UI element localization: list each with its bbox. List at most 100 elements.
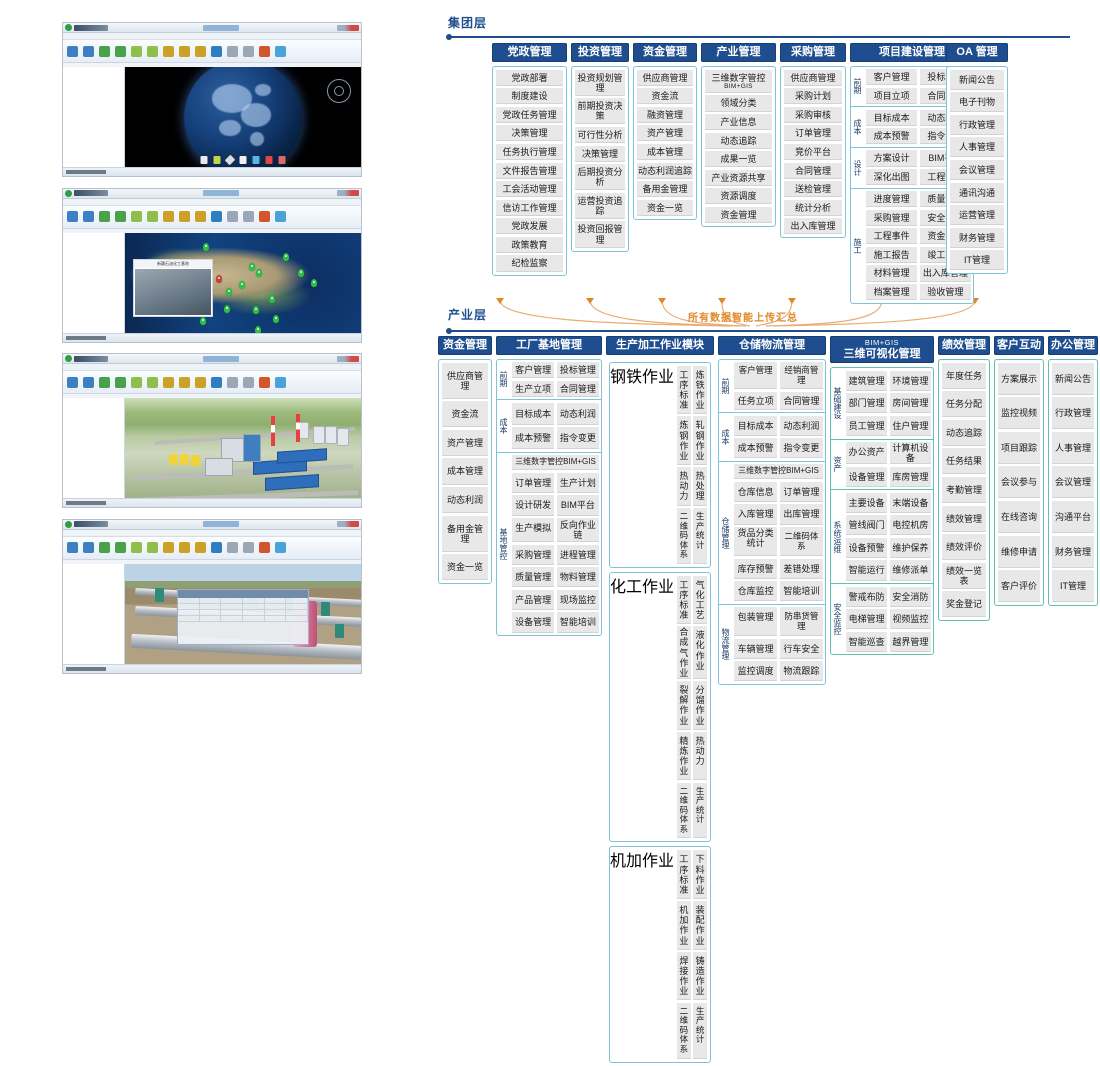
menu-item[interactable]: 行政管理	[1052, 397, 1094, 430]
menu-item[interactable]: 轧钢作业	[693, 416, 707, 465]
menu-item[interactable]: 任务立项	[734, 391, 778, 410]
compass-navigation-icon[interactable]	[327, 79, 351, 103]
map-pin[interactable]	[283, 252, 289, 261]
group-bangong-guanli[interactable]: 办公管理 新闻公告 行政管理 人事管理 会议管理 沟通平台 财务管理 IT管理	[1048, 336, 1098, 607]
menu-item[interactable]: 动态追踪	[705, 132, 772, 149]
menu-item[interactable]: 维修申请	[998, 535, 1040, 568]
menu-item[interactable]: 成本预警	[866, 128, 918, 145]
menu-item[interactable]: 反向作业链	[556, 518, 599, 543]
map-pin[interactable]	[256, 268, 262, 277]
plant-tank[interactable]	[337, 428, 349, 447]
group-dangzheng-guanli[interactable]: 党政管理 党政部署 制度建设 党政任务管理 决策管理 任务执行管理 文件报告管理…	[492, 43, 567, 276]
menu-item[interactable]: 动态利润	[442, 487, 488, 514]
viewport-tool-icons[interactable]	[200, 154, 286, 166]
map-pin-selected[interactable]	[216, 274, 222, 283]
menu-item[interactable]: 前期投资决策	[575, 98, 625, 125]
menu-bar[interactable]	[63, 529, 361, 537]
group-gongchang-jidi-guanli[interactable]: 工厂基地管理 前期 客户管理 投标管理 生产立项 合同管理 成本 目标成本 动态…	[496, 336, 602, 637]
menu-item[interactable]: 下料作业	[693, 850, 707, 899]
screenshot-china-map-bases-view[interactable]: 新疆石油化工基地	[62, 187, 362, 343]
toolbar-icon-4[interactable]	[115, 542, 126, 554]
toolbar-icon-14[interactable]	[275, 211, 286, 223]
menu-item[interactable]: 融资管理	[637, 106, 693, 123]
menu-item[interactable]: 任务执行管理	[496, 143, 563, 161]
menu-item[interactable]: 生产统计	[693, 1002, 707, 1059]
group-sanwei-keshihua-guanli[interactable]: BIM+GIS 三维可视化管理 基础建设 建筑管理 环境管理 部门管理 房间管理…	[830, 336, 934, 656]
menu-item[interactable]: 二维码体系	[677, 508, 691, 564]
menu-item[interactable]: 炼钢作业	[677, 416, 691, 465]
tool-icon-diamond[interactable]	[224, 154, 236, 166]
toolbar-icon-11[interactable]	[227, 45, 238, 57]
menu-item[interactable]: 党政任务管理	[496, 106, 563, 123]
menu-item[interactable]: 动态利润	[779, 415, 823, 436]
group-ind-zijin-guanli[interactable]: 资金管理 供应商管理 资金流 资产管理 成本管理 动态利润 备用金管理 资金一览	[438, 336, 492, 585]
menu-item[interactable]: 设备预警	[846, 537, 888, 558]
menu-item[interactable]: 成本预警	[734, 438, 778, 459]
menu-item[interactable]: 智能培训	[779, 581, 823, 602]
map-pin[interactable]	[298, 268, 304, 277]
menu-item[interactable]: 信访工作管理	[496, 199, 563, 216]
menu-item[interactable]: 资金一览	[442, 554, 488, 581]
menu-item[interactable]: 会议参与	[998, 466, 1040, 499]
menu-item[interactable]: 财务管理	[1052, 535, 1094, 568]
menu-item[interactable]: 行车安全	[779, 638, 823, 659]
menu-item[interactable]: 新闻公告	[950, 69, 1004, 90]
project-tree-panel[interactable]	[63, 67, 125, 168]
toolbar-icon-8[interactable]	[179, 542, 190, 554]
menu-item[interactable]: 包装管理	[734, 607, 778, 637]
menu-item[interactable]: 订单管理	[779, 481, 823, 502]
menu-item[interactable]: 行政管理	[950, 114, 1004, 135]
toolbar-icon-8[interactable]	[179, 376, 190, 388]
map-pin[interactable]	[224, 304, 230, 313]
menu-item[interactable]: 合成气作业	[677, 626, 691, 679]
menu-item[interactable]: 纪检监察	[496, 255, 563, 272]
group-header[interactable]: 生产加工作业模块	[606, 336, 714, 355]
menu-item[interactable]: 焊接作业	[677, 952, 691, 1001]
window-controls[interactable]	[337, 355, 359, 362]
menu-item[interactable]: 防串货管理	[779, 607, 823, 637]
map-pin[interactable]	[200, 316, 206, 325]
menu-item[interactable]: 验收管理	[919, 284, 971, 301]
menu-item[interactable]: 通讯沟通	[950, 182, 1004, 203]
toolbar-icon-3[interactable]	[99, 376, 110, 388]
menu-item[interactable]: 二维码体系	[677, 782, 691, 839]
group-touzi-guanli[interactable]: 投资管理 投资规划管理 前期投资决策 可行性分析 决策管理 后期投资分析 运营投…	[571, 43, 629, 252]
pipeline-valve[interactable]	[321, 601, 330, 616]
menu-item[interactable]: 热动力	[693, 732, 707, 781]
menu-item[interactable]: 工会活动管理	[496, 181, 563, 198]
menu-item[interactable]: 动态利润	[556, 402, 599, 425]
map-pin[interactable]	[311, 278, 317, 287]
tool-icon-flag[interactable]	[252, 156, 260, 164]
menu-item[interactable]: 裂解作业	[677, 681, 691, 730]
menu-item[interactable]: 决策管理	[575, 145, 625, 162]
menu-item[interactable]: 产业信息	[705, 114, 772, 131]
map-pin[interactable]	[273, 314, 279, 323]
menu-item[interactable]: 目标成本	[512, 402, 555, 425]
toolbar-icon-8[interactable]	[179, 211, 190, 223]
menu-item[interactable]: 生产统计	[693, 508, 707, 564]
toolbar-icon-1[interactable]	[67, 45, 78, 57]
toolbar-icon-4[interactable]	[115, 211, 126, 223]
toolbar-icon-3[interactable]	[99, 45, 110, 57]
menu-item[interactable]: 动态利润追踪	[637, 162, 693, 179]
menu-item[interactable]: 物料管理	[556, 567, 599, 588]
toolbar-icon-8[interactable]	[179, 45, 190, 57]
map-pin[interactable]	[249, 262, 255, 271]
toolbar-icon-7[interactable]	[163, 211, 174, 223]
menu-item[interactable]: 客户评价	[998, 570, 1040, 603]
menu-item[interactable]: 资产管理	[442, 429, 488, 456]
group-header[interactable]: 工厂基地管理	[496, 336, 602, 355]
menu-item[interactable]: 工程事件	[866, 228, 918, 245]
menu-item[interactable]: 成本预警	[512, 427, 555, 450]
menu-item[interactable]: 目标成本	[734, 415, 778, 436]
window-controls[interactable]	[337, 190, 359, 197]
menu-item[interactable]: 年度任务	[942, 362, 986, 389]
menu-item[interactable]: 分馏作业	[693, 681, 707, 730]
menu-item[interactable]: 采购管理	[512, 544, 555, 565]
menu-item[interactable]: 热动力	[677, 467, 691, 506]
menu-item[interactable]: 安全消防	[889, 586, 931, 607]
menu-item[interactable]: 出库管理	[779, 504, 823, 525]
plant-tank[interactable]	[313, 426, 325, 445]
menu-item[interactable]: 运营管理	[950, 205, 1004, 226]
menu-item[interactable]: 库存预警	[734, 558, 778, 579]
